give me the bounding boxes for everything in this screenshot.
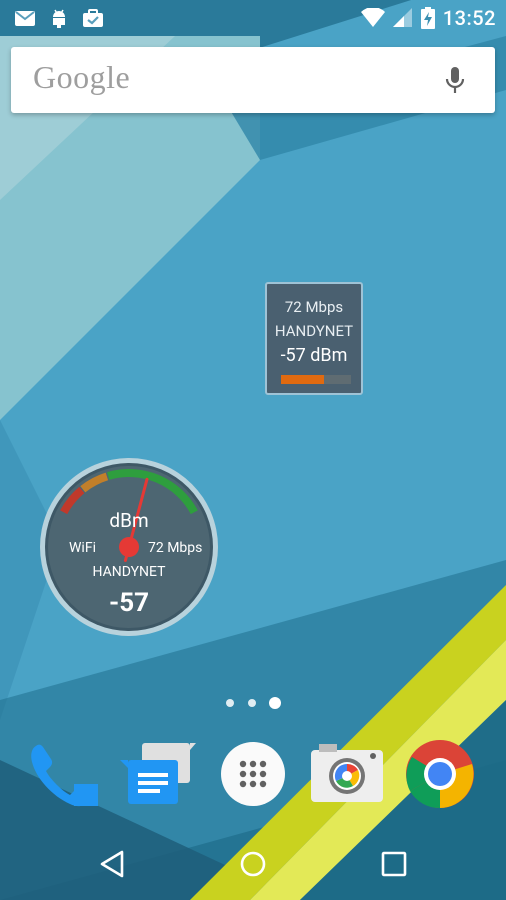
- page-dot-active: [269, 697, 281, 709]
- dock-app-drawer[interactable]: [215, 738, 291, 814]
- gauge-ssid: HANDYNET: [92, 564, 166, 580]
- google-logo: Google: [33, 59, 131, 95]
- back-icon: [100, 850, 124, 878]
- notification-icons: [14, 7, 104, 29]
- signal-bar-fill: [281, 375, 325, 384]
- gauge-label: WiFi: [69, 540, 96, 556]
- dock-chrome[interactable]: [402, 738, 478, 814]
- system-status: 13:52: [360, 6, 496, 30]
- wifi-icon: [360, 8, 385, 27]
- cell-signal-icon: [392, 8, 412, 27]
- gauge-speed: 72 Mbps: [148, 540, 203, 556]
- dock-camera[interactable]: [309, 738, 385, 814]
- signal-strength: -57 dBm: [280, 345, 348, 366]
- gauge-unit: dBm: [109, 509, 149, 532]
- chrome-icon: [406, 740, 474, 809]
- home-icon: [240, 851, 266, 877]
- android-debug-icon: [53, 9, 65, 28]
- briefcase-check-icon: [83, 9, 103, 27]
- page-dot: [248, 699, 256, 707]
- mic-icon[interactable]: [443, 66, 467, 96]
- clock: 13:52: [442, 6, 496, 30]
- google-search-bar[interactable]: Google: [11, 47, 495, 113]
- network-ssid: HANDYNET: [274, 322, 354, 340]
- page-indicator: [224, 696, 284, 710]
- wifi-info-widget[interactable]: 72 Mbps HANDYNET -57 dBm: [265, 282, 363, 395]
- dock-phone[interactable]: [22, 738, 98, 814]
- recents-button[interactable]: [376, 846, 412, 882]
- navigation-bar: [0, 828, 506, 900]
- gauge-value: -57: [108, 588, 150, 618]
- gauge-hub: [119, 537, 139, 557]
- gmail-icon: [15, 11, 35, 26]
- status-bar: 13:52: [0, 0, 506, 36]
- phone-icon: [31, 744, 98, 807]
- wifi-gauge-widget[interactable]: dBm WiFi 72 Mbps HANDYNET -57: [38, 456, 220, 638]
- link-speed: 72 Mbps: [284, 298, 344, 316]
- messenger-icon: [120, 743, 196, 804]
- camera-icon: [311, 744, 383, 802]
- signal-bar: [281, 375, 351, 384]
- page-dot: [226, 699, 234, 707]
- recents-icon: [381, 851, 407, 877]
- apps-grid-icon: [221, 742, 285, 806]
- home-button[interactable]: [235, 846, 271, 882]
- dock-messenger[interactable]: [120, 738, 196, 814]
- back-button[interactable]: [94, 846, 130, 882]
- battery-charging-icon: [420, 7, 435, 29]
